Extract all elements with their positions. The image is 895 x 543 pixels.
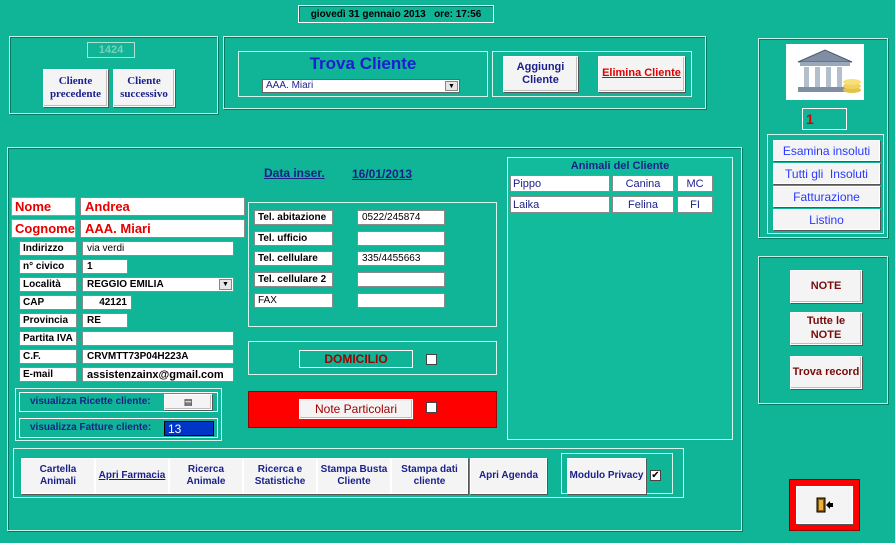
fax-label: FAX xyxy=(254,293,333,308)
cf-field[interactable]: CRVMTT73P04H223A xyxy=(82,349,234,364)
client-search-value: AAA. Miari xyxy=(266,80,314,91)
phone-mobile2-label: Tel. cellulare 2 xyxy=(254,272,333,287)
cf-label: C.F. xyxy=(19,349,77,364)
open-pharmacy-button[interactable]: Apri Farmacia xyxy=(95,458,169,494)
print-envelope-button[interactable]: Stampa Busta Cliente xyxy=(317,458,391,494)
indirizzo-field[interactable]: via verdi xyxy=(82,241,234,256)
exit-door-icon xyxy=(816,497,833,513)
datetime-bar: giovedì 31 gennaio 2013 ore: 17:56 xyxy=(298,5,494,23)
chevron-down-icon[interactable]: ▼ xyxy=(219,279,232,290)
animal-row-2-name[interactable]: Laika xyxy=(510,196,610,213)
animal-row-2-code[interactable]: FI xyxy=(677,196,713,213)
price-list-button[interactable]: Listino xyxy=(773,209,880,230)
find-record-button[interactable]: Trova record xyxy=(790,356,862,389)
indirizzo-label: Indirizzo xyxy=(19,241,77,256)
provincia-label: Provincia xyxy=(19,313,77,328)
search-statistics-button[interactable]: Ricerca e Statistiche xyxy=(243,458,317,494)
exit-button-face[interactable] xyxy=(796,486,853,524)
animal-row-2-species[interactable]: Felina xyxy=(612,196,674,213)
search-title: Trova Cliente xyxy=(309,54,417,73)
insert-date-value: 16/01/2013 xyxy=(352,167,413,181)
email-field[interactable]: assistenzainx@gmail.com xyxy=(82,367,234,382)
ricette-label: visualizza Ricette cliente: xyxy=(30,396,151,407)
civico-field[interactable]: 1 xyxy=(82,259,128,274)
fax-field[interactable] xyxy=(357,293,445,308)
cognome-label: Cognome xyxy=(11,219,76,238)
ricette-button[interactable]: ▤ xyxy=(164,394,212,410)
nome-field[interactable]: Andrea xyxy=(80,197,245,216)
fatture-label: visualizza Fatture cliente: xyxy=(30,422,152,433)
print-client-data-button[interactable]: Stampa dati cliente xyxy=(391,458,468,494)
all-notes-button[interactable]: Tutte le NOTE xyxy=(790,312,862,345)
open-agenda-button[interactable]: Apri Agenda xyxy=(470,458,547,494)
partita-iva-field[interactable] xyxy=(82,331,234,346)
phone-mobile-label: Tel. cellulare xyxy=(254,251,333,266)
animal-row-1-species[interactable]: Canina xyxy=(612,175,674,192)
phone-office-label: Tel. ufficio xyxy=(254,231,333,246)
chevron-down-icon[interactable]: ▼ xyxy=(445,81,458,91)
exit-button[interactable] xyxy=(789,479,860,531)
phone-mobile2-field[interactable] xyxy=(357,272,445,287)
invoicing-button[interactable]: Fatturazione xyxy=(773,186,880,207)
previous-client-button[interactable]: Cliente precedente xyxy=(43,69,108,107)
domicilio-label: DOMICILIO xyxy=(299,350,413,368)
privacy-form-button[interactable]: Modulo Privacy xyxy=(567,458,646,494)
search-animal-button[interactable]: Ricerca Animale xyxy=(169,458,243,494)
cognome-field[interactable]: AAA. Miari xyxy=(80,219,245,238)
next-client-button[interactable]: Cliente successivo xyxy=(113,69,175,107)
animals-title: Animali del Cliente xyxy=(570,160,670,172)
note-particolari-button[interactable]: Note Particolari xyxy=(299,399,413,419)
localita-label: Località xyxy=(19,277,77,292)
note-particolari-checkbox[interactable] xyxy=(426,402,437,413)
all-unpaid-button[interactable]: Tutti gli Insoluti xyxy=(773,163,880,184)
record-number: 1424 xyxy=(87,42,135,58)
localita-select[interactable]: REGGIO EMILIA ▼ xyxy=(82,277,234,292)
phone-home-label: Tel. abitazione xyxy=(254,210,333,225)
provincia-field[interactable]: RE xyxy=(82,313,128,328)
privacy-checkbox[interactable]: ✔ xyxy=(650,470,661,481)
list-icon: ▤ xyxy=(183,396,193,407)
animal-row-1-code[interactable]: MC xyxy=(677,175,713,192)
cap-label: CAP xyxy=(19,295,77,310)
phone-office-field[interactable] xyxy=(357,231,445,246)
animal-row-1-name[interactable]: Pippo xyxy=(510,175,610,192)
domicilio-checkbox[interactable] xyxy=(426,354,437,365)
delete-client-button[interactable]: Elimina Cliente xyxy=(598,56,685,92)
phone-home-field[interactable]: 0522/245874 xyxy=(357,210,445,225)
datetime-text: giovedì 31 gennaio 2013 ore: 17:56 xyxy=(310,8,482,20)
note-button[interactable]: NOTE xyxy=(790,270,862,303)
civico-label: n° civico xyxy=(19,259,77,274)
insert-date-label: Data inser. xyxy=(264,166,325,180)
bank-icon xyxy=(786,44,864,100)
cap-field[interactable]: 42121 xyxy=(82,295,132,310)
partita-iva-label: Partita IVA xyxy=(19,331,77,346)
animal-records-button[interactable]: Cartella Animali xyxy=(21,458,95,494)
unpaid-counter: 1 xyxy=(802,108,847,130)
fatture-count-field[interactable]: 13 xyxy=(164,421,214,436)
nome-label: Nome xyxy=(11,197,76,216)
client-search-select[interactable]: AAA. Miari ▼ xyxy=(262,79,460,93)
email-label: E-mail xyxy=(19,367,77,382)
review-unpaid-button[interactable]: Esamina insoluti xyxy=(773,140,880,161)
phone-mobile-field[interactable]: 335/4455663 xyxy=(357,251,445,266)
add-client-button[interactable]: Aggiungi Cliente xyxy=(503,56,578,92)
